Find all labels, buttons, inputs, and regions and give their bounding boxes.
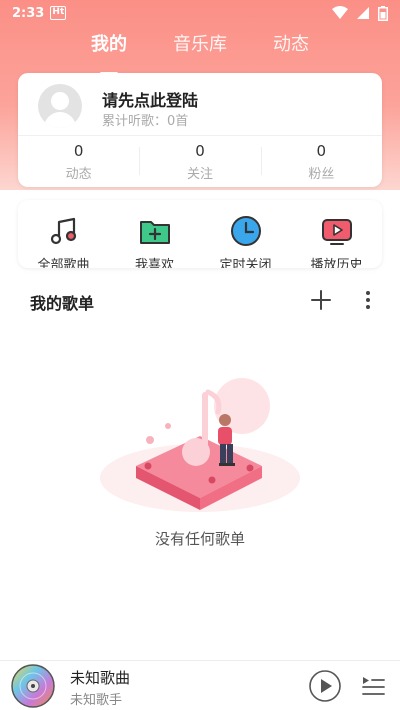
- empty-playlist-text: 没有任何歌单: [154, 530, 245, 548]
- folder-add-icon: [139, 221, 170, 244]
- play-button[interactable]: [308, 669, 342, 703]
- tab-music-library[interactable]: 音乐库: [173, 30, 227, 66]
- play-history-icon: [321, 219, 352, 245]
- battery-icon: [378, 5, 388, 21]
- quick-sleep-timer[interactable]: 定时关闭: [200, 200, 291, 268]
- quick-play-history-label: 播放历史: [310, 258, 363, 268]
- stat-feed-label: 动态: [65, 167, 92, 182]
- login-prompt[interactable]: 请先点此登陆: [102, 87, 198, 111]
- profile-card: 请先点此登陆 累计听歌：0首 0 动态 0 关注 0 粉丝: [18, 73, 382, 187]
- avatar-head-shape: [51, 92, 69, 110]
- stat-following-count: 0: [195, 142, 205, 160]
- stat-feed-count: 0: [73, 142, 84, 160]
- empty-playlist-illustration: [100, 378, 300, 512]
- quick-favorites[interactable]: 我喜欢: [109, 200, 200, 268]
- wifi-icon: [332, 6, 348, 19]
- music-note-icon: [50, 217, 76, 245]
- avatar-body-shape: [44, 112, 76, 128]
- tab-feed-label: 动态: [273, 34, 309, 55]
- stat-following[interactable]: 0 关注: [139, 141, 260, 183]
- add-playlist-button[interactable]: [308, 287, 334, 313]
- avatar[interactable]: [38, 84, 82, 128]
- listen-count: 累计听歌：0首: [102, 114, 189, 129]
- status-bar: 2:33 Ht: [0, 0, 400, 26]
- tab-mine[interactable]: 我的: [91, 30, 127, 75]
- tab-feed[interactable]: 动态: [273, 30, 309, 66]
- mini-player[interactable]: 未知歌曲 未知歌手: [0, 660, 400, 710]
- my-playlists-title: 我的歌单: [30, 294, 95, 313]
- status-time: 2:33: [12, 5, 45, 21]
- now-playing-artist: 未知歌手: [70, 693, 123, 708]
- divider: [18, 135, 382, 136]
- clock-icon: [230, 216, 261, 246]
- stat-followers-label: 粉丝: [308, 167, 335, 182]
- profile-stats: 0 动态 0 关注 0 粉丝: [18, 141, 382, 183]
- quick-sleep-timer-label: 定时关闭: [219, 258, 272, 268]
- quick-all-songs-label: 全部歌曲: [37, 258, 90, 268]
- stat-followers[interactable]: 0 粉丝: [260, 141, 382, 183]
- top-tabs: 我的 音乐库 动态: [0, 30, 400, 75]
- playlist-queue-icon[interactable]: [360, 673, 386, 699]
- app-badge-icon: Ht: [50, 6, 67, 20]
- status-icons: [332, 5, 388, 21]
- quick-play-history[interactable]: 播放历史: [291, 200, 382, 268]
- tab-mine-label: 我的: [91, 34, 127, 55]
- now-playing-title: 未知歌曲: [70, 669, 131, 687]
- quick-actions: 全部歌曲 我喜欢 定时关闭 播放历史: [18, 200, 382, 268]
- quick-favorites-label: 我喜欢: [134, 258, 174, 268]
- more-options-icon[interactable]: [358, 287, 378, 313]
- album-disc-icon[interactable]: [10, 663, 56, 709]
- signal-icon: [357, 7, 369, 19]
- quick-all-songs[interactable]: 全部歌曲: [18, 200, 109, 268]
- stat-followers-count: 0: [316, 142, 327, 160]
- stat-feed[interactable]: 0 动态: [18, 141, 139, 183]
- tab-music-library-label: 音乐库: [173, 34, 227, 55]
- stat-following-label: 关注: [186, 167, 213, 182]
